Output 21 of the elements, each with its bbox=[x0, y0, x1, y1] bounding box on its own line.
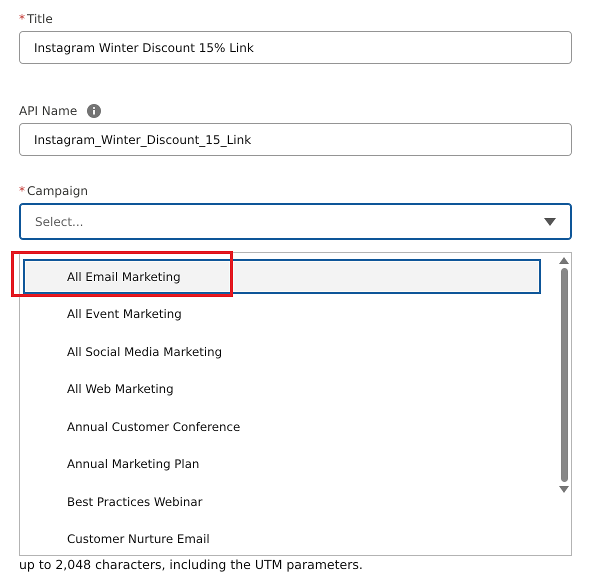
scroll-down-icon[interactable] bbox=[559, 486, 569, 493]
info-icon[interactable] bbox=[87, 104, 102, 118]
scroll-up-icon[interactable] bbox=[559, 257, 569, 264]
text-field[interactable]: Instagram_Winter_Discount_15_Link bbox=[19, 123, 572, 156]
dropdown-option[interactable]: All Email Marketing bbox=[23, 259, 541, 294]
campaign-select[interactable]: Select... bbox=[19, 203, 572, 240]
dropdown-option[interactable]: Annual Marketing Plan bbox=[23, 446, 541, 482]
required-mark: * bbox=[19, 184, 25, 198]
dropdown-option[interactable]: Customer Nurture Email bbox=[23, 522, 541, 556]
required-mark: * bbox=[19, 12, 25, 26]
dropdown-option[interactable]: Annual Customer Conference bbox=[23, 409, 541, 444]
dropdown-option[interactable]: All Web Marketing bbox=[23, 372, 541, 406]
dropdown-option[interactable]: Best Practices Webinar bbox=[23, 484, 541, 519]
field-label: Campaign bbox=[27, 184, 88, 198]
text-field[interactable]: Instagram Winter Discount 15% Link bbox=[19, 31, 572, 64]
field-label: API Name bbox=[19, 104, 78, 118]
dropdown-option[interactable]: All Social Media Marketing bbox=[23, 334, 541, 369]
caret-icon bbox=[544, 218, 556, 226]
help-text: up to 2,048 characters, including the UTM parameters. bbox=[19, 557, 363, 572]
dropdown-option[interactable]: All Event Marketing bbox=[23, 296, 541, 332]
field-label: Title bbox=[27, 12, 53, 26]
